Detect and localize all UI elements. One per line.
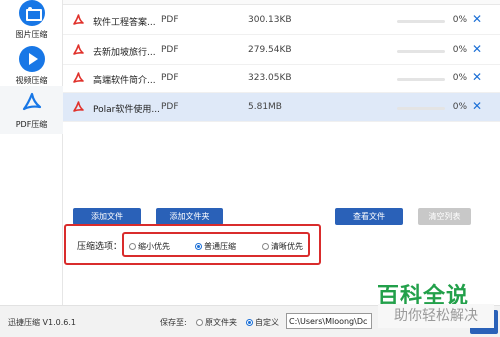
- sidebar-item-label: 图片压缩: [15, 30, 48, 39]
- remove-file-icon[interactable]: ✕: [472, 70, 482, 84]
- sidebar: 图片压缩 视频压缩 PDF压缩: [0, 0, 63, 305]
- pdf-file-icon: [73, 72, 84, 83]
- sidebar-item-label: PDF压缩: [15, 120, 48, 129]
- compression-radio-group: 缩小优先 普通压缩 清晰优先: [122, 232, 310, 257]
- radio-normal-compress[interactable]: 普通压缩: [195, 241, 236, 252]
- file-type: PDF: [161, 15, 179, 25]
- clear-list-button[interactable]: 清空列表: [418, 208, 471, 225]
- sidebar-item-pdf-compress[interactable]: PDF压缩: [0, 86, 63, 134]
- radio-custom-folder[interactable]: 自定义: [246, 317, 279, 328]
- add-file-button[interactable]: 添加文件: [73, 208, 141, 225]
- table-row[interactable]: 软件工程答案... PDF 300.13KB 0% ✕: [63, 6, 500, 35]
- watermark-tagline: 助你轻松解决: [378, 304, 494, 328]
- radio-smaller-first[interactable]: 缩小优先: [129, 241, 170, 252]
- radio-selected-icon: [246, 319, 253, 326]
- file-type: PDF: [161, 45, 179, 55]
- file-name: 去新加坡旅行...: [93, 48, 156, 58]
- image-icon: [18, 0, 45, 26]
- pdf-file-icon: [73, 101, 84, 112]
- progress-bar: [397, 107, 445, 110]
- sidebar-item-image-compress[interactable]: 图片压缩: [0, 0, 63, 40]
- radio-selected-icon: [195, 243, 202, 250]
- pdf-file-icon: [73, 44, 84, 55]
- file-name: Polar软件使用...: [93, 105, 160, 115]
- progress-percent: 0%: [452, 45, 467, 55]
- file-size: 279.54KB: [248, 45, 292, 55]
- sidebar-item-label: 视频压缩: [15, 76, 48, 85]
- radio-icon: [129, 243, 136, 250]
- remove-file-icon[interactable]: ✕: [472, 42, 482, 56]
- save-path-input[interactable]: [286, 313, 372, 329]
- file-name: 高端软件简介...: [93, 76, 156, 86]
- radio-icon: [196, 319, 203, 326]
- play-icon: [18, 46, 45, 72]
- progress-percent: 0%: [452, 102, 467, 112]
- progress-percent: 0%: [452, 15, 467, 25]
- progress-percent: 0%: [452, 73, 467, 83]
- file-type: PDF: [161, 102, 179, 112]
- radio-clarity-first[interactable]: 清晰优先: [262, 241, 303, 252]
- remove-file-icon[interactable]: ✕: [472, 12, 482, 26]
- save-to-label: 保存至:: [160, 318, 187, 327]
- file-size: 300.13KB: [248, 15, 292, 25]
- pdf-file-icon: [73, 14, 84, 25]
- remove-file-icon[interactable]: ✕: [472, 99, 482, 113]
- progress-bar: [397, 50, 445, 53]
- view-file-button[interactable]: 查看文件: [335, 208, 403, 225]
- sidebar-item-video-compress[interactable]: 视频压缩: [0, 46, 63, 86]
- file-size: 5.81MB: [248, 102, 282, 112]
- table-row[interactable]: 去新加坡旅行... PDF 279.54KB 0% ✕: [63, 36, 500, 65]
- pdf-icon: [19, 90, 45, 116]
- radio-original-folder[interactable]: 原文件夹: [196, 317, 237, 328]
- file-type: PDF: [161, 73, 179, 83]
- app-version: 迅捷压缩 V1.0.6.1: [8, 318, 77, 327]
- progress-bar: [397, 20, 445, 23]
- file-table-header: [63, 0, 500, 5]
- table-row-selected[interactable]: Polar软件使用... PDF 5.81MB 0% ✕: [63, 93, 500, 122]
- radio-icon: [262, 243, 269, 250]
- progress-bar: [397, 78, 445, 81]
- add-folder-button[interactable]: 添加文件夹: [156, 208, 223, 225]
- file-name: 软件工程答案...: [93, 18, 156, 28]
- table-row[interactable]: 高端软件简介... PDF 323.05KB 0% ✕: [63, 64, 500, 93]
- file-size: 323.05KB: [248, 73, 292, 83]
- compression-options-label: 压缩选项：: [77, 242, 123, 252]
- compression-options-box: 压缩选项： 缩小优先 普通压缩 清晰优先: [64, 224, 321, 265]
